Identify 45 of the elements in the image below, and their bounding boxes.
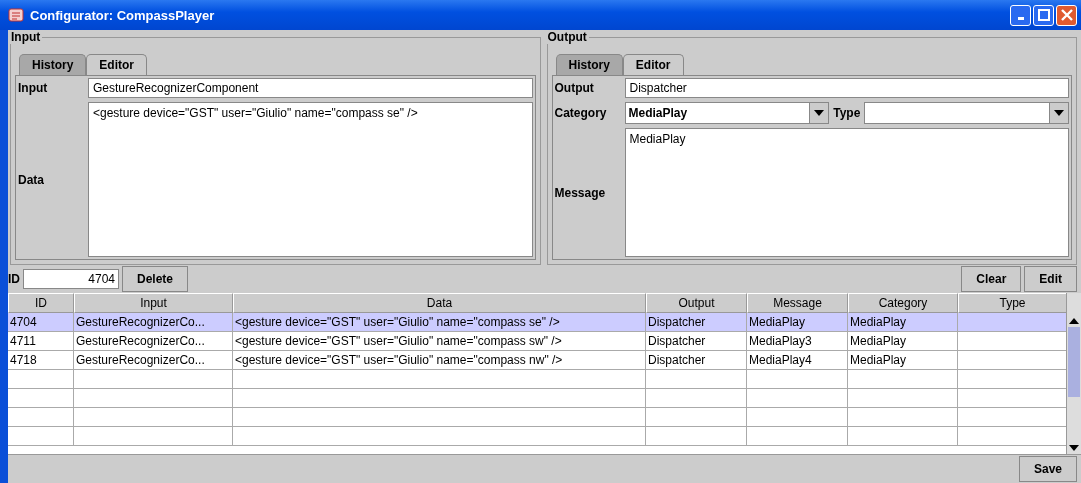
table-row[interactable]: 4704 GestureRecognizerCo... <gesture device="GST" user="Giulio" name="compass se" /> Dispatcher MediaPlay MediaPlay — [8, 313, 1066, 332]
column-header[interactable]: Type — [958, 293, 1066, 313]
group-legend: Input — [9, 30, 43, 44]
caret-icon — [1054, 110, 1064, 116]
field-label: Input — [18, 81, 49, 95]
tab[interactable]: Editor — [86, 54, 147, 75]
group-legend: Output — [545, 30, 589, 44]
field-label: Category — [554, 106, 608, 120]
id-field[interactable]: 4704 — [23, 269, 119, 289]
column-header[interactable]: Output — [646, 293, 747, 313]
input-field[interactable]: GestureRecognizerComponent — [88, 78, 533, 98]
scroll-bar[interactable] — [1066, 293, 1081, 454]
column-header[interactable]: Data — [233, 293, 646, 313]
close-button[interactable] — [1056, 4, 1077, 26]
field-label: Type — [833, 106, 861, 120]
category-dropdown[interactable]: MediaPlay — [624, 102, 830, 124]
minimize-icon — [1017, 17, 1024, 20]
save-button[interactable]: Save — [1018, 456, 1077, 482]
column-header[interactable]: Input — [74, 293, 233, 313]
field-label: Data — [18, 172, 45, 187]
tab[interactable]: History — [555, 54, 623, 75]
app-icon — [8, 7, 24, 23]
column-header[interactable]: Category — [848, 293, 958, 313]
caret-icon — [814, 110, 825, 116]
field-label: ID — [8, 272, 20, 286]
maximize-icon — [1037, 9, 1050, 21]
window-title: Configurator: CompassPlayer — [30, 7, 215, 23]
column-header[interactable]: ID — [8, 293, 74, 313]
tab[interactable]: Editor — [622, 54, 684, 75]
output-field[interactable]: Dispatcher — [624, 78, 1069, 98]
table-row[interactable]: 4718 GestureRecognizerCo... <gesture device="GST" user="Giulio" name="compass nw" /> Dispatcher MediaPlay4 MediaPlay — [8, 351, 1066, 370]
edit-button[interactable]: Edit — [1024, 266, 1077, 292]
maximize-button[interactable] — [1033, 4, 1054, 26]
close-icon — [1060, 9, 1073, 21]
clear-button[interactable]: Clear — [961, 266, 1022, 292]
message-text-area[interactable]: MediaPlay — [624, 128, 1069, 257]
field-label: Output — [554, 81, 595, 95]
data-text-area[interactable]: <gesture device="GST" user="Giulio" name="compass se" /> — [88, 102, 533, 257]
delete-button[interactable]: Delete — [122, 266, 189, 292]
type-dropdown[interactable] — [864, 102, 1069, 124]
table-row[interactable]: 4711 GestureRecognizerCo... <gesture device="GST" user="Giulio" name="compass sw" /> Dispatcher MediaPlay3 MediaPlay — [8, 332, 1066, 351]
column-header[interactable]: Message — [747, 293, 848, 313]
minimize-button[interactable] — [1010, 4, 1031, 26]
tab[interactable]: History — [19, 54, 87, 75]
field-label: Message — [554, 185, 607, 200]
